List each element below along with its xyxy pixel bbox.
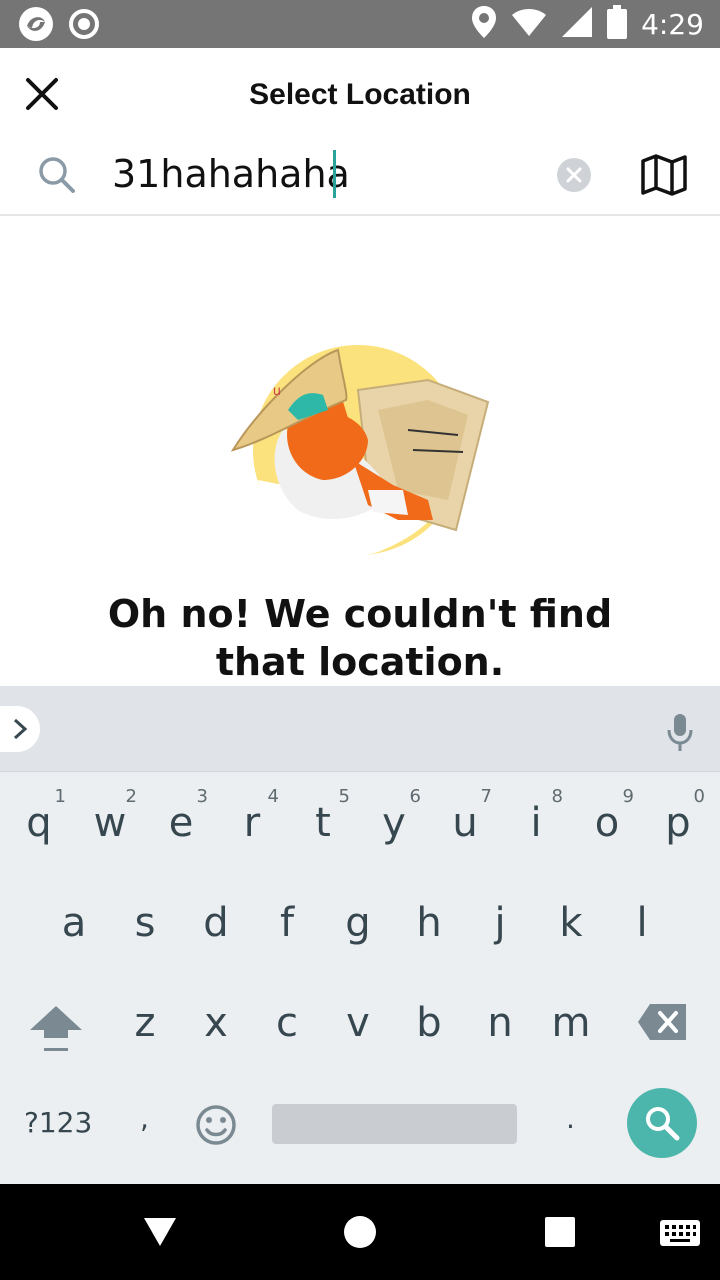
key-j[interactable]: j xyxy=(465,882,535,972)
location-icon xyxy=(471,5,497,44)
home-nav-icon[interactable] xyxy=(340,1212,380,1252)
key-c[interactable]: c xyxy=(252,982,322,1072)
key-label: v xyxy=(346,1000,370,1046)
microphone-icon[interactable] xyxy=(666,712,694,752)
key-n[interactable]: n xyxy=(465,982,535,1072)
period-key[interactable]: . xyxy=(566,1102,575,1135)
keyboard-row-1: 1q2w3e4r5t6y7u8i9o0p xyxy=(0,782,720,872)
key-a[interactable]: a xyxy=(39,882,109,972)
cat-with-map-illustration: u xyxy=(230,345,490,556)
key-i[interactable]: 8i xyxy=(501,782,571,872)
key-label: d xyxy=(203,900,229,946)
key-label: n xyxy=(487,1000,513,1046)
key-l[interactable]: l xyxy=(607,882,677,972)
search-input[interactable] xyxy=(112,148,532,200)
svg-text:u: u xyxy=(273,382,281,398)
chevron-right-icon xyxy=(13,718,28,740)
key-g[interactable]: g xyxy=(323,882,393,972)
key-e[interactable]: 3e xyxy=(146,782,216,872)
key-v[interactable]: v xyxy=(323,982,393,1072)
symbols-key[interactable]: ?123 xyxy=(24,1106,92,1139)
app-icon xyxy=(18,6,54,47)
key-label: e xyxy=(168,800,194,846)
key-label: k xyxy=(559,900,583,946)
signal-icon xyxy=(561,6,593,43)
keyboard-row-3: z x c vbnm xyxy=(0,982,720,1072)
key-label: q xyxy=(26,800,52,846)
key-label: u xyxy=(452,800,478,846)
soft-keyboard: 1q2w3e4r5t6y7u8i9o0p a s d f gh j k l z x c vbnm ?… xyxy=(0,686,720,1184)
text-caret xyxy=(333,150,336,198)
key-label: a xyxy=(61,900,87,946)
key-label: m xyxy=(551,1000,591,1046)
status-bar: 4:29 xyxy=(0,0,720,48)
recents-nav-icon[interactable] xyxy=(540,1212,580,1252)
emoji-key[interactable] xyxy=(195,1104,237,1146)
map-icon[interactable] xyxy=(640,154,688,196)
key-label: h xyxy=(416,900,442,946)
key-t[interactable]: 5t xyxy=(288,782,358,872)
key-b[interactable]: b xyxy=(394,982,464,1072)
key-label: s xyxy=(134,900,156,946)
key-label: y xyxy=(382,800,406,846)
key-x[interactable]: x xyxy=(181,982,251,1072)
empty-state-message: Oh no! We couldn't find that location. xyxy=(107,592,613,684)
key-o[interactable]: 9o xyxy=(572,782,642,872)
app-header: Select Location xyxy=(0,48,720,144)
comma-key[interactable]: , xyxy=(140,1102,149,1135)
suggestion-expand-button[interactable] xyxy=(0,706,40,752)
key-label: b xyxy=(416,1000,442,1046)
key-w[interactable]: 2w xyxy=(75,782,145,872)
key-y[interactable]: 6y xyxy=(359,782,429,872)
key-label: g xyxy=(345,900,371,946)
key-label: i xyxy=(530,800,542,846)
space-key[interactable] xyxy=(272,1104,517,1144)
key-u[interactable]: 7u xyxy=(430,782,500,872)
key-d[interactable]: d xyxy=(181,882,251,972)
key-z[interactable]: z xyxy=(110,982,180,1072)
key-label: z xyxy=(134,1000,156,1046)
suggestion-strip xyxy=(0,686,720,772)
key-q[interactable]: 1q xyxy=(4,782,74,872)
key-label: o xyxy=(594,800,620,846)
page-title: Select Location xyxy=(249,78,471,111)
status-time: 4:29 xyxy=(641,7,704,41)
key-label: p xyxy=(665,800,691,846)
key-label: x xyxy=(204,1000,228,1046)
keyboard-switch-icon[interactable] xyxy=(658,1212,702,1252)
record-icon xyxy=(68,8,100,45)
key-s[interactable]: s xyxy=(110,882,180,972)
search-icon xyxy=(646,1107,680,1141)
key-label: j xyxy=(494,900,506,946)
key-r[interactable]: 4r xyxy=(217,782,287,872)
clear-search-button[interactable] xyxy=(557,158,591,192)
key-p[interactable]: 0p xyxy=(643,782,713,872)
search-bar xyxy=(0,136,720,216)
keyboard-search-key[interactable] xyxy=(627,1088,697,1158)
key-f[interactable]: f xyxy=(252,882,322,972)
shift-icon xyxy=(30,1006,82,1051)
key-label: l xyxy=(636,900,648,946)
back-nav-icon[interactable] xyxy=(140,1212,180,1252)
clear-icon xyxy=(566,167,582,183)
navigation-bar xyxy=(0,1184,720,1280)
keyboard-row-2: a s d f gh j k l xyxy=(0,882,720,972)
emoji-icon xyxy=(196,1105,236,1145)
battery-icon xyxy=(607,4,628,44)
backspace-icon xyxy=(638,1004,686,1040)
backspace-key[interactable] xyxy=(636,1002,688,1042)
key-h[interactable]: h xyxy=(394,882,464,972)
shift-key[interactable] xyxy=(24,1004,88,1056)
key-label: w xyxy=(93,800,127,846)
key-label: t xyxy=(315,800,331,846)
key-m[interactable]: m xyxy=(536,982,606,1072)
key-k[interactable]: k xyxy=(536,882,606,972)
key-label: r xyxy=(243,800,261,846)
key-label: f xyxy=(279,900,295,946)
search-icon xyxy=(39,157,75,193)
wifi-icon xyxy=(511,7,547,42)
key-label: c xyxy=(276,1000,298,1046)
